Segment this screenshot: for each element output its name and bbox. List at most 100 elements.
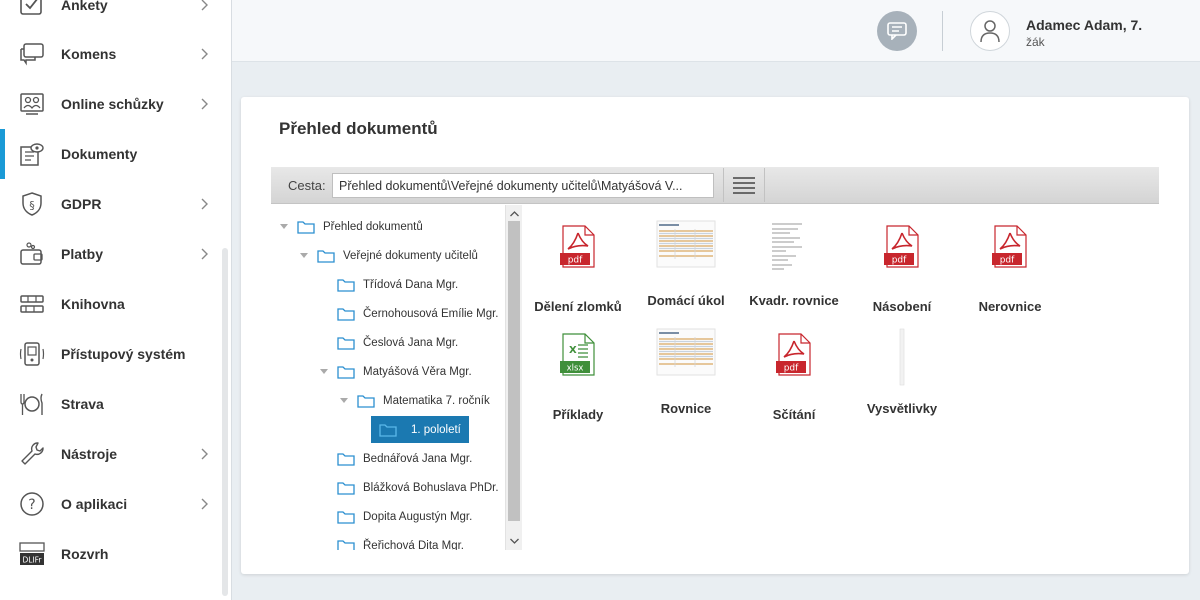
- user-name[interactable]: Adamec Adam, 7.: [1026, 17, 1142, 33]
- tree-node[interactable]: Bednářová Jana Mgr.: [337, 447, 472, 471]
- timetable-icon: DLIFr: [18, 540, 46, 568]
- xlsx-file-icon: Xxlsx: [523, 333, 633, 395]
- tree-node-label: Dopita Augustýn Mgr.: [363, 511, 473, 523]
- sidebar-item-ankety[interactable]: Ankety: [0, 0, 230, 30]
- svg-text:pdf: pdf: [1000, 256, 1015, 266]
- tree-node[interactable]: Dopita Augustýn Mgr.: [337, 505, 472, 529]
- tree-node[interactable]: Třídová Dana Mgr.: [337, 273, 458, 297]
- chevron-right-icon: [198, 97, 212, 111]
- tree-node-label: Řeřichová Dita Mgr.: [363, 540, 464, 550]
- scroll-up-icon[interactable]: [506, 207, 523, 221]
- view-mode-button[interactable]: [723, 168, 765, 202]
- tree-node-selected[interactable]: 1. pololetí: [371, 416, 469, 443]
- file-name: Vysvětlivky: [866, 401, 938, 416]
- user-role: žák: [1026, 35, 1045, 49]
- svg-text:§: §: [29, 199, 35, 212]
- books-icon: [18, 290, 46, 318]
- sidebar-item-label: O aplikaci: [61, 496, 128, 512]
- sidebar-item-platby[interactable]: Platby: [0, 229, 230, 279]
- file-item[interactable]: pdf Násobení: [847, 225, 957, 325]
- file-name: Rovnice: [660, 401, 712, 416]
- sidebar-item-strava[interactable]: Strava: [0, 379, 230, 429]
- sidebar-item-nastroje[interactable]: Nástroje: [0, 429, 230, 479]
- folder-icon: [337, 307, 355, 321]
- file-item[interactable]: pdf Nerovnice: [955, 225, 1065, 325]
- tree-node[interactable]: Přehled dokumentů: [279, 215, 423, 239]
- list-view-icon: [733, 177, 755, 194]
- folder-icon: [317, 249, 335, 263]
- sidebar-item-gdpr[interactable]: § GDPR: [0, 179, 230, 229]
- folder-icon: [337, 539, 355, 550]
- file-item[interactable]: Kvadr. rovnice: [739, 219, 849, 319]
- tree-node[interactable]: Matyášová Věra Mgr.: [319, 360, 472, 384]
- file-item[interactable]: Rovnice: [631, 327, 741, 427]
- tree-node[interactable]: Matematika 7. ročník: [339, 389, 490, 413]
- sidebar-item-knihovna[interactable]: Knihovna: [0, 279, 230, 329]
- sidebar: Ankety Komens Online schůzky Dokumenty §…: [0, 0, 232, 600]
- chevron-right-icon: [198, 197, 212, 211]
- pdf-file-icon: pdf: [523, 225, 633, 287]
- file-name: Příklady: [552, 407, 604, 422]
- sidebar-item-o-aplikaci[interactable]: ? O aplikaci: [0, 479, 230, 529]
- checkbox-icon: [18, 0, 46, 19]
- chevron-right-icon: [198, 497, 212, 511]
- expand-arrow-icon[interactable]: [319, 367, 329, 377]
- scroll-down-icon[interactable]: [506, 534, 523, 548]
- header-divider: [942, 11, 943, 51]
- page-title: Přehled dokumentů: [279, 119, 438, 138]
- spreadsheet-preview-icon: [631, 219, 741, 281]
- svg-text:pdf: pdf: [568, 256, 583, 266]
- tree-node[interactable]: Česlová Jana Mgr.: [337, 331, 458, 355]
- sidebar-item-label: Komens: [61, 46, 117, 62]
- sidebar-item-komens[interactable]: Komens: [0, 29, 230, 79]
- folder-icon: [337, 510, 355, 524]
- video-meeting-icon: [18, 90, 46, 118]
- folder-icon: [379, 423, 397, 437]
- path-label: Cesta:: [288, 178, 326, 193]
- folder-icon: [297, 220, 315, 234]
- tree-node[interactable]: Černohousová Emílie Mgr.: [337, 302, 499, 326]
- sidebar-item-rozvrh[interactable]: DLIFr Rozvrh: [0, 529, 230, 579]
- path-input[interactable]: [332, 173, 714, 198]
- folder-icon: [337, 481, 355, 495]
- tree-scrollbar[interactable]: [505, 205, 522, 550]
- sidebar-item-label: Ankety: [61, 0, 108, 13]
- sidebar-item-label: Dokumenty: [61, 146, 138, 162]
- tree-node[interactable]: Řeřichová Dita Mgr.: [337, 534, 464, 550]
- expand-arrow-icon[interactable]: [339, 396, 349, 406]
- sidebar-item-dokumenty[interactable]: Dokumenty: [0, 129, 230, 179]
- file-item[interactable]: Domácí úkol: [631, 219, 741, 319]
- spreadsheet-preview-icon: [631, 327, 741, 389]
- chevron-right-icon: [198, 447, 212, 461]
- message-icon: [887, 22, 907, 40]
- pdf-file-icon: pdf: [847, 225, 957, 287]
- expand-arrow-icon[interactable]: [299, 251, 309, 261]
- messages-button[interactable]: [877, 11, 917, 51]
- tree-node-label: Bednářová Jana Mgr.: [363, 453, 473, 465]
- sidebar-scrollbar[interactable]: [222, 248, 228, 596]
- tree-node-label: Matyášová Věra Mgr.: [363, 366, 472, 378]
- file-name: Násobení: [872, 299, 932, 314]
- file-item[interactable]: Xxlsx Příklady: [523, 333, 633, 433]
- chat-bubbles-icon: [18, 40, 46, 68]
- cutlery-icon: [18, 390, 46, 418]
- folder-tree: Přehled dokumentů Veřejné dokumenty učit…: [271, 205, 506, 550]
- expand-arrow-icon[interactable]: [279, 222, 289, 232]
- scrollbar-thumb[interactable]: [508, 221, 520, 521]
- wallet-icon: [18, 240, 46, 268]
- svg-text:pdf: pdf: [784, 364, 799, 374]
- tree-node[interactable]: Veřejné dokumenty učitelů: [299, 244, 478, 268]
- sidebar-item-online-schuzky[interactable]: Online schůzky: [0, 79, 230, 129]
- file-item[interactable]: pdf Sčítání: [739, 333, 849, 433]
- path-toolbar: Cesta:: [271, 167, 1159, 204]
- sidebar-item-pristupovy-system[interactable]: Přístupový systém: [0, 329, 230, 379]
- file-item[interactable]: Vysvětlivky: [847, 327, 957, 427]
- tree-node[interactable]: Blážková Bohuslava PhDr.: [337, 476, 499, 500]
- svg-text:pdf: pdf: [892, 256, 907, 266]
- avatar[interactable]: [970, 11, 1010, 51]
- question-icon: ?: [18, 490, 46, 518]
- documents-panel: Přehled dokumentů Cesta: Přehled dokumen…: [241, 97, 1189, 574]
- file-name: Domácí úkol: [647, 293, 725, 308]
- file-item[interactable]: pdf Dělení zlomků: [523, 225, 633, 325]
- shield-paragraph-icon: §: [18, 190, 46, 218]
